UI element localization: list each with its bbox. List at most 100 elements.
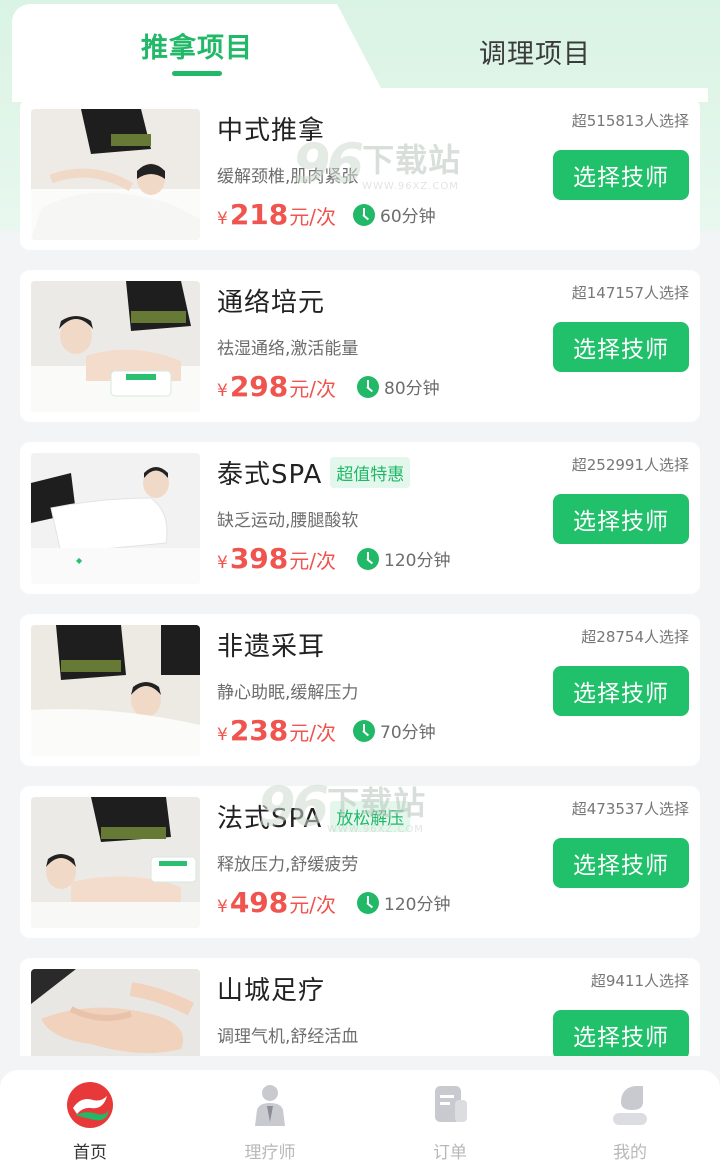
- price: ¥ 298 元/次: [217, 370, 336, 403]
- price-amount: 238: [229, 714, 289, 747]
- service-name: 法式SPA: [217, 804, 323, 834]
- price-amount: 218: [229, 198, 289, 231]
- promo-badge: 超值特惠: [330, 457, 411, 488]
- price: ¥ 398 元/次: [217, 542, 336, 575]
- service-card[interactable]: 山城足疗 超9411人选择 调理气机,舒经活血 选择技师: [20, 958, 700, 1056]
- service-description: 调理气机,舒经活血: [217, 1027, 359, 1047]
- price-amount: 498: [229, 886, 289, 919]
- service-card[interactable]: ◆ 泰式SPA 超值特惠 超252991人选择 缺乏运动,腰腿酸软 ¥ 398 …: [20, 442, 700, 594]
- duration: 70分钟: [353, 718, 436, 743]
- category-tabs: 推拿项目 调理项目: [12, 4, 708, 90]
- service-name: 中式推拿: [217, 116, 326, 146]
- service-title-row: 泰式SPA 超值特惠: [217, 454, 411, 491]
- service-name: 通络培元: [217, 288, 326, 318]
- app-page: 推拿项目 调理项目 中式推拿 超515813人选择 缓解颈椎,肌肉紧张 ¥ 21…: [0, 0, 720, 1167]
- service-description: 缺乏运动,腰腿酸软: [217, 511, 359, 531]
- nav-home[interactable]: 首页: [0, 1070, 180, 1167]
- price: ¥ 218 元/次: [217, 198, 336, 231]
- currency-symbol: ¥: [217, 553, 228, 573]
- price-unit: 元/次: [289, 893, 337, 917]
- service-card[interactable]: 法式SPA 放松解压 超473537人选择 释放压力,舒缓疲劳 ¥ 498 元/…: [20, 786, 700, 938]
- select-technician-button[interactable]: 选择技师: [553, 322, 689, 372]
- duration: 120分钟: [357, 546, 450, 571]
- order-icon: [435, 1086, 467, 1122]
- price-unit: 元/次: [289, 721, 337, 745]
- service-title-row: 山城足疗: [217, 970, 325, 1007]
- nav-therapist-label: 理疗师: [244, 1143, 296, 1163]
- selection-count: 超252991人选择: [571, 456, 689, 474]
- duration-text: 120分钟: [384, 551, 451, 571]
- nav-orders[interactable]: 订单: [360, 1070, 540, 1167]
- home-logo-icon: [67, 1082, 113, 1128]
- nav-profile-label: 我的: [613, 1143, 647, 1163]
- clock-icon: [353, 203, 375, 226]
- clock-icon: [357, 375, 379, 398]
- clock-icon: [357, 891, 379, 914]
- service-description: 祛湿通络,激活能量: [217, 339, 359, 359]
- promo-badge: 放松解压: [330, 801, 411, 832]
- service-card[interactable]: 中式推拿 超515813人选择 缓解颈椎,肌肉紧张 ¥ 218 元/次 60分钟…: [20, 98, 700, 250]
- service-image: [31, 109, 200, 240]
- select-technician-button[interactable]: 选择技师: [553, 1010, 689, 1056]
- service-title-row: 通络培元: [217, 282, 325, 319]
- price: ¥ 238 元/次: [217, 714, 336, 747]
- tab-conditioning[interactable]: 调理项目: [342, 12, 708, 90]
- service-image: [31, 797, 200, 928]
- duration: 80分钟: [357, 374, 440, 399]
- service-description: 缓解颈椎,肌肉紧张: [217, 167, 359, 187]
- clock-icon: [353, 719, 375, 742]
- tab-active-indicator: [172, 71, 222, 76]
- service-title-row: 法式SPA 放松解压: [217, 798, 411, 835]
- svg-text:◆: ◆: [76, 556, 83, 565]
- selection-count: 超9411人选择: [590, 972, 689, 990]
- select-technician-button[interactable]: 选择技师: [553, 494, 689, 544]
- nav-home-label: 首页: [73, 1143, 107, 1163]
- currency-symbol: ¥: [217, 725, 228, 745]
- duration: 120分钟: [357, 890, 450, 915]
- duration: 60分钟: [353, 202, 436, 227]
- selection-count: 超28754人选择: [581, 628, 689, 646]
- service-description: 释放压力,舒缓疲劳: [217, 855, 359, 875]
- price-unit: 元/次: [289, 205, 337, 229]
- select-technician-button[interactable]: 选择技师: [553, 666, 689, 716]
- currency-symbol: ¥: [217, 209, 228, 229]
- select-technician-button[interactable]: 选择技师: [553, 150, 689, 200]
- select-technician-button[interactable]: 选择技师: [553, 838, 689, 888]
- duration-text: 60分钟: [380, 207, 436, 227]
- service-card[interactable]: 通络培元 超147157人选择 祛湿通络,激活能量 ¥ 298 元/次 80分钟…: [20, 270, 700, 422]
- therapist-icon: [255, 1085, 285, 1126]
- service-image: ◆: [31, 453, 200, 584]
- price-unit: 元/次: [289, 377, 337, 401]
- bottom-nav: 首页 理疗师 订单 我的: [0, 1070, 720, 1167]
- duration-text: 70分钟: [380, 723, 436, 743]
- service-title-row: 非遗采耳: [217, 626, 325, 663]
- tab-massage-label: 推拿项目: [141, 33, 253, 64]
- price-amount: 298: [229, 370, 289, 403]
- selection-count: 超147157人选择: [571, 284, 689, 302]
- service-image: [31, 969, 200, 1056]
- price-unit: 元/次: [289, 549, 337, 573]
- nav-profile[interactable]: 我的: [540, 1070, 720, 1167]
- currency-symbol: ¥: [217, 381, 228, 401]
- service-card[interactable]: 非遗采耳 超28754人选择 静心助眠,缓解压力 ¥ 238 元/次 70分钟 …: [20, 614, 700, 766]
- service-name: 非遗采耳: [217, 632, 326, 662]
- service-name: 泰式SPA: [217, 460, 323, 490]
- service-name: 山城足疗: [217, 976, 326, 1006]
- tab-conditioning-label: 调理项目: [479, 38, 591, 70]
- nav-therapist[interactable]: 理疗师: [180, 1070, 360, 1167]
- service-image: [31, 625, 200, 756]
- profile-icon: [613, 1086, 647, 1125]
- currency-symbol: ¥: [217, 897, 228, 917]
- duration-text: 80分钟: [384, 379, 440, 399]
- service-description: 静心助眠,缓解压力: [217, 683, 359, 703]
- price-amount: 398: [229, 542, 289, 575]
- nav-orders-label: 订单: [433, 1143, 467, 1163]
- price: ¥ 498 元/次: [217, 886, 336, 919]
- service-title-row: 中式推拿: [217, 110, 325, 147]
- service-list[interactable]: 中式推拿 超515813人选择 缓解颈椎,肌肉紧张 ¥ 218 元/次 60分钟…: [20, 98, 700, 1056]
- clock-icon: [357, 547, 379, 570]
- tab-massage[interactable]: 推拿项目: [12, 4, 382, 90]
- selection-count: 超515813人选择: [571, 112, 689, 130]
- service-image: [31, 281, 200, 412]
- selection-count: 超473537人选择: [571, 800, 689, 818]
